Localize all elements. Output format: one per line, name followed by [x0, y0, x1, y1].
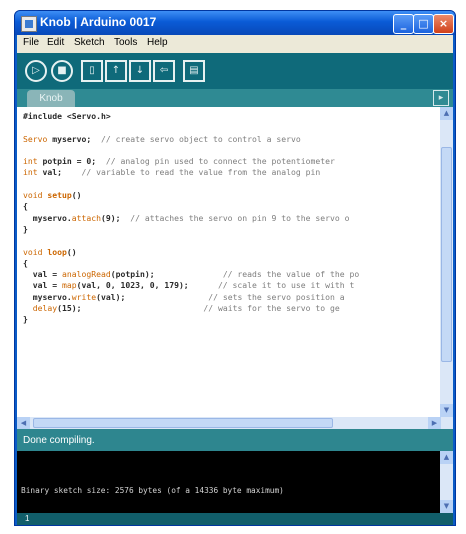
serial-monitor-icon: ▤ — [189, 65, 199, 76]
scroll-thumb[interactable] — [441, 147, 452, 362]
code-attach-fn: attach — [71, 212, 101, 223]
arduino-app-icon — [21, 16, 37, 32]
code-include: #include <Servo.h> — [23, 111, 111, 121]
code-comment: // scale it to use it with t — [217, 280, 355, 291]
save-button[interactable]: ↓ — [129, 60, 151, 82]
close-button[interactable]: × — [433, 14, 454, 34]
maximize-icon: □ — [418, 17, 429, 30]
code-attach-args: (9); — [100, 212, 121, 223]
open-button[interactable]: ↑ — [105, 60, 127, 82]
code-comment: // waits for the servo to ge — [203, 303, 340, 314]
chevron-down-icon: ▼ — [443, 406, 450, 414]
code-map-pre: val = — [23, 280, 62, 291]
chevron-up-icon: ▲ — [443, 109, 450, 117]
code-comment: // attaches the servo on pin 9 to the se… — [120, 212, 350, 223]
code-read-args: (potpin); — [110, 269, 155, 280]
line-number: 1 — [25, 514, 30, 523]
code-delay-fn: delay — [32, 303, 58, 314]
maximize-button[interactable]: □ — [413, 14, 434, 34]
new-button[interactable]: ▯ — [81, 60, 103, 82]
code-servo-var: myservo; — [47, 133, 92, 144]
code-brace-close: } — [23, 314, 28, 325]
code-parens: () — [66, 246, 77, 257]
chevron-up-icon: ▲ — [443, 453, 450, 461]
code-write-args: (val); — [96, 291, 126, 302]
menu-file[interactable]: File — [23, 37, 39, 48]
run-icon: ▷ — [32, 65, 40, 76]
tab-menu-button[interactable]: ▸ — [433, 90, 449, 106]
console-text: Binary sketch size: 2576 bytes (of a 143… — [21, 486, 284, 495]
code-brace-open: { — [23, 257, 28, 268]
code-potpin: potpin = 0; — [37, 156, 97, 167]
arrow-right-icon: ▸ — [438, 93, 444, 103]
upload-button[interactable]: ⇦ — [153, 60, 175, 82]
code-read-pre: val = — [23, 269, 62, 280]
code-int-type: int — [23, 156, 38, 167]
chevron-left-icon: ◀ — [20, 419, 27, 427]
tab-bar: Knob ▸ — [17, 89, 453, 107]
minimize-button[interactable]: _ — [393, 14, 414, 34]
scroll-thumb[interactable] — [33, 418, 333, 428]
menu-sketch[interactable]: Sketch — [74, 37, 105, 48]
ide-window: Knob | Arduino 0017 _ □ × File Edit Sket… — [14, 10, 456, 526]
code-map-fn: map — [61, 280, 77, 291]
code-text: #include <Servo.h> Servo myservo; // cre… — [23, 111, 359, 326]
footer-bar: 1 — [17, 513, 453, 525]
code-int-type: int — [23, 167, 38, 178]
editor-horizontal-scrollbar[interactable]: ◀ ▶ — [17, 417, 453, 429]
chevron-down-icon: ▼ — [443, 502, 450, 510]
upload-icon: ⇦ — [159, 65, 169, 76]
code-delay-args: (15); — [57, 303, 82, 314]
code-val: val; — [37, 167, 62, 178]
code-comment: // analog pin used to connect the potent… — [96, 156, 335, 167]
code-loop-name: loop — [42, 246, 67, 257]
code-attach-obj: myservo. — [23, 212, 72, 223]
menu-help[interactable]: Help — [147, 37, 168, 48]
scroll-up-button[interactable]: ▲ — [440, 107, 453, 120]
code-setup-name: setup — [42, 190, 72, 201]
code-write-fn: write — [71, 291, 97, 302]
code-comment: // reads the value of the po — [222, 269, 360, 280]
scroll-down-button[interactable]: ▼ — [440, 404, 453, 417]
code-comment: // sets the servo position a — [208, 291, 345, 302]
code-brace-close: } — [23, 223, 28, 234]
code-brace-open: { — [23, 201, 28, 212]
menu-bar: File Edit Sketch Tools Help — [17, 35, 453, 53]
status-bar: Done compiling. — [17, 429, 453, 451]
code-comment: // variable to read the value from the a… — [62, 167, 321, 178]
status-message: Done compiling. — [23, 435, 95, 446]
menu-tools[interactable]: Tools — [114, 37, 137, 48]
title-bar[interactable]: Knob | Arduino 0017 _ □ × — [15, 11, 455, 35]
scroll-up-button[interactable]: ▲ — [440, 451, 453, 464]
minimize-icon: _ — [400, 17, 407, 30]
scroll-left-button[interactable]: ◀ — [17, 417, 30, 429]
window-title: Knob | Arduino 0017 — [40, 15, 157, 29]
new-icon: ▯ — [89, 65, 95, 76]
menu-edit[interactable]: Edit — [47, 37, 64, 48]
editor-vertical-scrollbar[interactable]: ▲ ▼ — [440, 107, 453, 417]
code-servo-type: Servo — [23, 133, 48, 144]
code-void-type: void — [23, 246, 43, 257]
tab-knob[interactable]: Knob — [27, 90, 75, 107]
scroll-down-button[interactable]: ▼ — [440, 500, 453, 513]
close-icon: × — [438, 17, 449, 30]
code-analogread-fn: analogRead — [61, 269, 111, 280]
code-editor[interactable]: #include <Servo.h> Servo myservo; // cre… — [17, 107, 440, 417]
code-parens: () — [71, 190, 82, 201]
console-scrollbar[interactable]: ▲ ▼ — [440, 451, 453, 513]
scroll-right-button[interactable]: ▶ — [428, 417, 441, 429]
open-icon: ↑ — [111, 65, 121, 76]
console-output[interactable]: Binary sketch size: 2576 bytes (of a 143… — [17, 451, 440, 513]
code-comment: // create servo object to control a serv… — [91, 133, 301, 144]
code-write-obj: myservo. — [23, 291, 72, 302]
save-icon: ↓ — [135, 65, 145, 76]
code-void-type: void — [23, 190, 43, 201]
stop-button[interactable]: ■ — [51, 60, 73, 82]
code-map-args: (val, 0, 1023, 0, 179); — [76, 280, 189, 291]
verify-button[interactable]: ▷ — [25, 60, 47, 82]
toolbar: ▷ ■ ▯ ↑ ↓ ⇦ ▤ — [17, 53, 453, 89]
stop-icon: ■ — [57, 65, 67, 76]
chevron-right-icon: ▶ — [431, 419, 438, 427]
serial-monitor-button[interactable]: ▤ — [183, 60, 205, 82]
